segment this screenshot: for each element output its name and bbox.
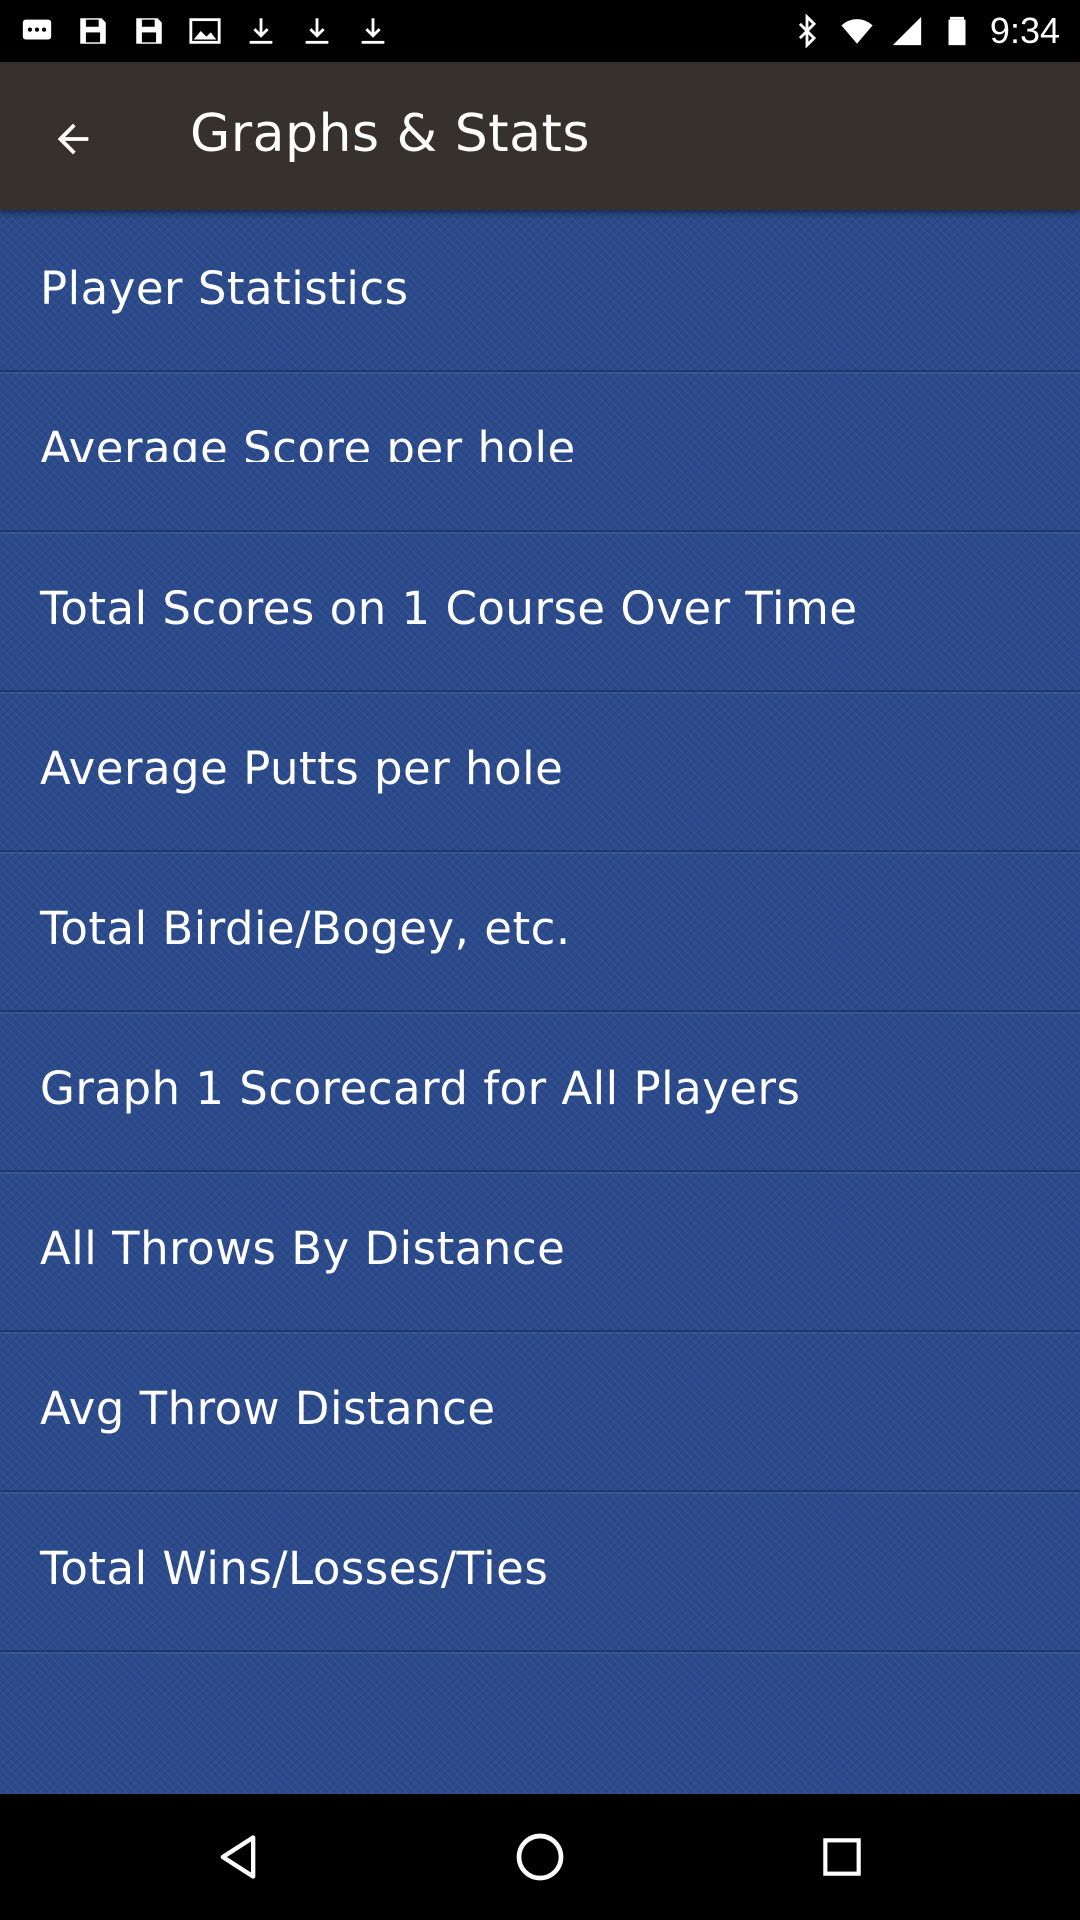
notification-icons <box>20 14 390 48</box>
download-icon <box>305 18 329 44</box>
menu-item-label: All Throws By Distance <box>40 1222 566 1275</box>
menu-item-all-throws-by-distance[interactable]: All Throws By Distance <box>0 1170 1080 1332</box>
menu-item-average-score-per-hole[interactable]: Average Score per hole <box>0 370 1080 532</box>
menu-item-avg-throw-distance[interactable]: Avg Throw Distance <box>0 1330 1080 1492</box>
circle-home-icon <box>516 1833 564 1881</box>
menu-item-label: Player Statistics <box>40 262 409 315</box>
menu-item-label: Average Putts per hole <box>40 742 564 795</box>
bluetooth-icon <box>798 14 817 48</box>
page-title: Graphs & Stats <box>190 104 590 164</box>
triangle-back-icon <box>220 1835 256 1879</box>
menu-item-total-birdie-bogey[interactable]: Total Birdie/Bogey, etc. <box>0 850 1080 1012</box>
messages-icon <box>22 19 52 40</box>
save-icon <box>136 18 162 44</box>
menu-item-label: Total Scores on 1 Course Over Time <box>40 582 858 635</box>
download-icon <box>249 18 273 44</box>
save-icon <box>80 18 106 44</box>
nav-recents-button[interactable] <box>810 1825 874 1889</box>
clock: 9:34 <box>989 10 1060 51</box>
back-button[interactable] <box>40 106 106 172</box>
menu-item-average-putts-per-hole[interactable]: Average Putts per hole <box>0 690 1080 852</box>
menu-item-label: Total Birdie/Bogey, etc. <box>40 902 571 955</box>
menu-item-label: Average Score per hole <box>40 422 576 462</box>
menu-item-total-scores-course-over-time[interactable]: Total Scores on 1 Course Over Time <box>0 530 1080 692</box>
signal-icon <box>892 16 922 46</box>
system-icons: 9:34 <box>790 10 1060 52</box>
arrow-left-icon <box>57 123 89 155</box>
square-recents-icon <box>823 1838 861 1876</box>
nav-back-button[interactable] <box>206 1825 270 1889</box>
battery-icon <box>948 16 966 46</box>
wifi-icon <box>841 19 873 44</box>
nav-home-button[interactable] <box>508 1825 572 1889</box>
menu-item-player-statistics[interactable]: Player Statistics <box>0 210 1080 372</box>
status-bar: 9:34 <box>0 0 1080 62</box>
menu-item-graph-scorecard-all-players[interactable]: Graph 1 Scorecard for All Players <box>0 1010 1080 1172</box>
menu-item-label: Avg Throw Distance <box>40 1382 496 1435</box>
clipped-label-wrap: Average Score per hole <box>40 420 576 462</box>
download-icon <box>361 18 385 44</box>
navigation-bar <box>0 1794 1080 1920</box>
image-icon <box>189 18 221 44</box>
menu-item-label: Graph 1 Scorecard for All Players <box>40 1062 801 1115</box>
app-bar: Graphs & Stats <box>0 62 1080 210</box>
stats-menu-list: Player Statistics Average Score per hole… <box>0 210 1080 1794</box>
menu-item-total-wins-losses-ties[interactable]: Total Wins/Losses/Ties <box>0 1490 1080 1652</box>
menu-item-label: Total Wins/Losses/Ties <box>40 1542 549 1595</box>
